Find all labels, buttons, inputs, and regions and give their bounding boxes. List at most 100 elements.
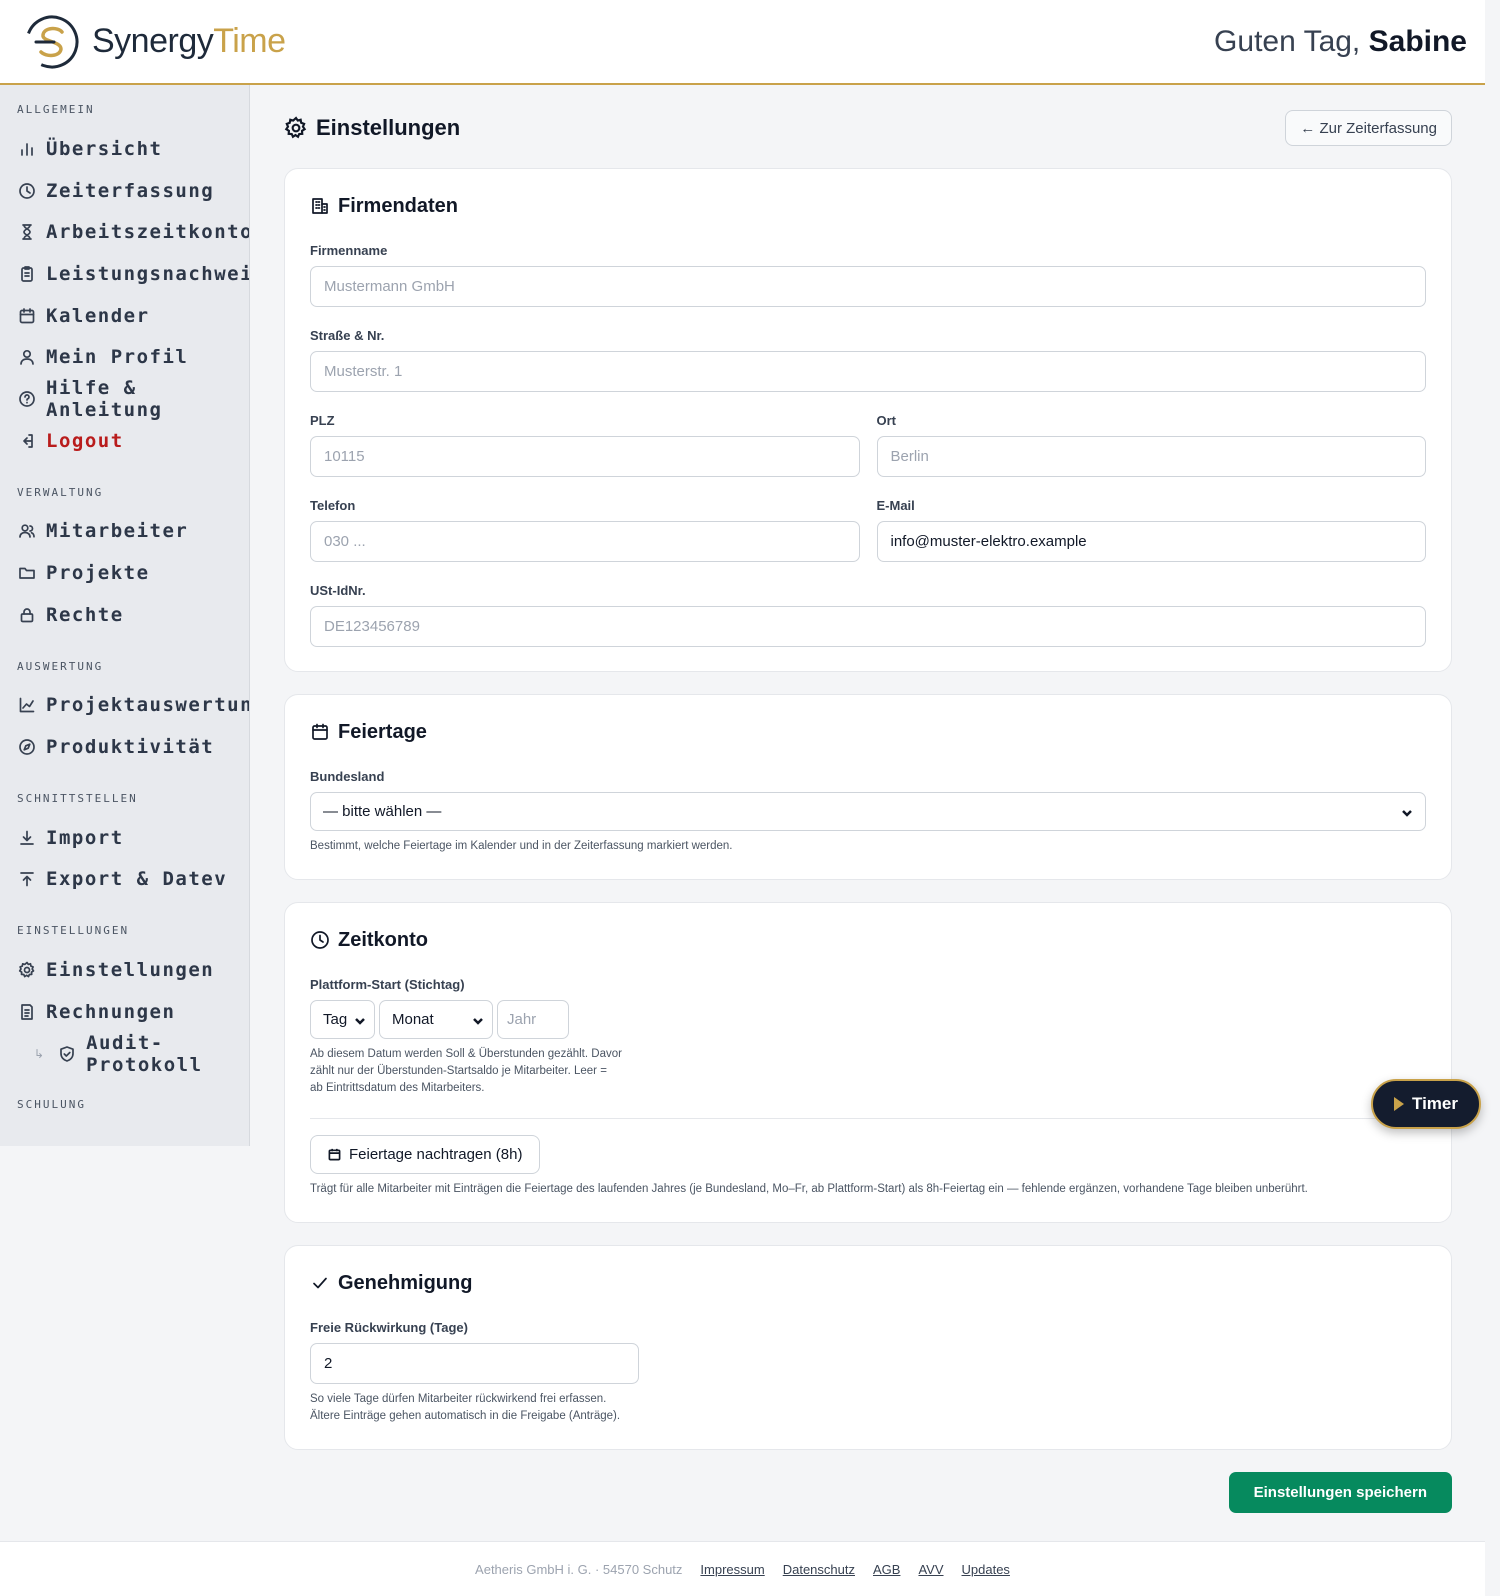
sidebar-section-einstellungen: EINSTELLUNGEN Einstellungen Rechnungen ↳… (0, 924, 249, 1076)
telefon-input[interactable] (310, 521, 860, 562)
sidebar-item-produktivitaet[interactable]: Produktivität (0, 726, 249, 768)
sidebar-item-rechte[interactable]: Rechte (0, 594, 249, 636)
sidebar-item-label: Arbeitszeitkonto (46, 221, 250, 244)
sidebar-item-label: Produktivität (46, 736, 215, 759)
sidebar-item-import[interactable]: Import (0, 817, 249, 859)
sidebar-item-export-datev[interactable]: Export & Datev (0, 859, 249, 901)
sidebar-item-label: Rechte (46, 603, 124, 626)
sidebar-item-label: Hilfe & Anleitung (46, 376, 163, 421)
rueckwirkung-input[interactable] (310, 1343, 639, 1384)
plattform-start-hint: Ab diesem Datum werden Soll & Überstunde… (310, 1048, 622, 1094)
tag-select[interactable]: Tag (310, 1000, 375, 1039)
date-picker-row: Tag Monat (310, 1000, 1426, 1039)
footer-company: Aetheris GmbH i. G. · 54570 Schutz (475, 1561, 683, 1577)
play-icon (1394, 1097, 1404, 1111)
sidebar-item-leistungsnachweis[interactable]: Leistungsnachweis (0, 253, 249, 295)
sidebar-item-label: Übersicht (46, 137, 163, 160)
users-icon (18, 522, 36, 540)
rueckwirkung-label: Freie Rückwirkung (Tage) (310, 1320, 468, 1335)
clipboard-icon (18, 265, 36, 283)
gear-icon (18, 961, 36, 979)
footer-link-agb[interactable]: AGB (873, 1562, 900, 1577)
sidebar-item-label: Kalender (46, 304, 150, 327)
sidebar-item-logout[interactable]: Logout (0, 420, 249, 462)
calendar-icon (328, 1148, 341, 1161)
shield-check-icon (58, 1045, 76, 1063)
footer-link-updates[interactable]: Updates (962, 1562, 1010, 1577)
app-header: SynergyTime Guten Tag, Sabine (0, 0, 1485, 85)
ort-input[interactable] (876, 436, 1426, 477)
card-title: Zeitkonto (310, 927, 1426, 953)
sidebar-item-label: Leistungsnachweis (46, 262, 250, 285)
ort-field-group: Ort (876, 413, 1426, 498)
strasse-label: Straße & Nr. (310, 328, 385, 343)
sidebar-item-projekte[interactable]: Projekte (0, 552, 249, 594)
plattform-start-label: Plattform-Start (Stichtag) (310, 977, 465, 992)
sidebar-section-schnittstellen: SCHNITTSTELLEN Import Export & Datev (0, 792, 249, 900)
brand-name: SynergyTime (92, 22, 286, 60)
calendar-icon (18, 307, 36, 325)
brand-logo[interactable]: SynergyTime (24, 14, 286, 70)
sidebar-item-label: Audit-Protokoll (86, 1031, 203, 1076)
strasse-input[interactable] (310, 351, 1426, 392)
page-header: Einstellungen ← Zur Zeiterfassung (284, 110, 1452, 146)
ust-field-group: USt-IdNr. (310, 583, 1426, 647)
plz-field-group: PLZ (310, 413, 860, 477)
clock-icon (18, 182, 36, 200)
sidebar-item-label: Mitarbeiter (46, 520, 189, 543)
section-title: ALLGEMEIN (17, 103, 95, 116)
sidebar-item-mein-profil[interactable]: Mein Profil (0, 336, 249, 378)
folder-icon (18, 564, 36, 582)
sidebar-item-label: Einstellungen (46, 959, 215, 982)
firmenname-input[interactable] (310, 266, 1426, 307)
sidebar-item-uebersicht[interactable]: Übersicht (0, 128, 249, 170)
sidebar-item-mitarbeiter[interactable]: Mitarbeiter (0, 511, 249, 553)
firmenname-field-group: Firmenname (310, 243, 1426, 307)
bundesland-selected-value: — bitte wählen — (323, 803, 442, 820)
footer-link-avv[interactable]: AVV (918, 1562, 943, 1577)
sidebar-item-rechnungen[interactable]: Rechnungen (0, 991, 249, 1033)
plz-input[interactable] (310, 436, 860, 477)
monat-select[interactable]: Monat (379, 1000, 493, 1039)
upload-icon (18, 870, 36, 888)
section-title: EINSTELLUNGEN (17, 924, 130, 938)
user-name: Sabine (1368, 24, 1467, 58)
page-title: Einstellungen (284, 115, 460, 141)
ort-label: Ort (876, 413, 897, 428)
calendar-icon (312, 723, 328, 740)
rueckwirkung-hint: So viele Tage dürfen Mitarbeiter rückwir… (310, 1393, 621, 1422)
timer-button[interactable]: Timer (1371, 1079, 1481, 1129)
checkmark-icon (313, 1277, 327, 1289)
bundesland-hint: Bestimmt, welche Feiertage im Kalender u… (310, 840, 733, 852)
sidebar-section-auswertung: AUSWERTUNG Projektauswertung Produktivit… (0, 660, 249, 768)
chevron-down-icon (354, 1014, 366, 1026)
footer-link-datenschutz[interactable]: Datenschutz (783, 1562, 855, 1577)
sidebar-item-label: Projektauswertung (46, 694, 250, 717)
email-field-group: E-Mail (876, 498, 1426, 583)
footer-link-impressum[interactable]: Impressum (700, 1562, 764, 1577)
feiertage-nachtragen-button[interactable]: Feiertage nachtragen (8h) (310, 1135, 541, 1174)
sidebar-item-hilfe[interactable]: Hilfe & Anleitung (0, 376, 249, 421)
back-to-zeiterfassung-button[interactable]: ← Zur Zeiterfassung (1285, 110, 1452, 146)
email-input[interactable] (876, 521, 1426, 562)
bundesland-select[interactable]: — bitte wählen — (310, 792, 1426, 831)
sidebar-item-label: Projekte (46, 562, 150, 585)
jahr-input[interactable] (497, 1000, 569, 1039)
hourglass-icon (18, 223, 36, 241)
sidebar-item-label: Import (46, 826, 124, 849)
sidebar-item-projektauswertung[interactable]: Projektauswertung (0, 685, 249, 727)
sidebar-item-zeiterfassung[interactable]: Zeiterfassung (0, 170, 249, 212)
save-settings-button[interactable]: Einstellungen speichern (1228, 1472, 1452, 1513)
ust-input[interactable] (310, 606, 1426, 647)
sidebar-item-audit-protokoll[interactable]: ↳ Audit-Protokoll (0, 1031, 249, 1076)
sub-arrow-icon: ↳ (34, 1046, 45, 1061)
firmenname-label: Firmenname (310, 243, 388, 258)
zeitkonto-card: Zeitkonto Plattform-Start (Stichtag) Tag… (284, 902, 1452, 1223)
sidebar-item-kalender[interactable]: Kalender (0, 295, 249, 337)
feiertage-nachtragen-hint: Trägt für alle Mitarbeiter mit Einträgen… (310, 1183, 1308, 1195)
sidebar-item-label: Rechnungen (46, 1000, 176, 1023)
sidebar-item-einstellungen[interactable]: Einstellungen (0, 949, 249, 991)
sidebar-item-arbeitszeitkonto[interactable]: Arbeitszeitkonto (0, 211, 249, 253)
section-title: SCHNITTSTELLEN (17, 791, 138, 805)
rueckwirkung-field-group: Freie Rückwirkung (Tage) So viele Tage d… (310, 1320, 1426, 1425)
